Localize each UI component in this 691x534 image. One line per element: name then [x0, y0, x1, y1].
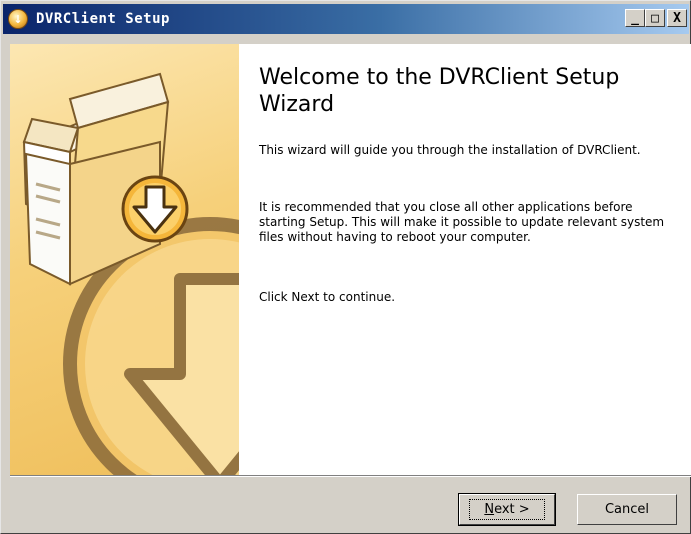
next-button-focus: Next > — [469, 499, 545, 520]
setup-window: ↓ DVRClient Setup _ □ X Welcome to the D… — [0, 0, 691, 534]
installer-app-icon: ↓ — [8, 9, 28, 29]
installer-box-illustration — [22, 72, 239, 475]
download-badge-icon — [121, 175, 189, 243]
recommendation-paragraph: It is recommended that you close all oth… — [259, 200, 665, 244]
cancel-button[interactable]: Cancel — [577, 494, 677, 525]
next-button[interactable]: Next > — [458, 493, 556, 526]
wizard-banner-image — [10, 44, 239, 475]
maximize-button[interactable]: □ — [645, 9, 665, 27]
minimize-button[interactable]: _ — [625, 9, 645, 27]
next-button-mnemonic: N — [484, 502, 495, 517]
intro-paragraph: This wizard will guide you through the i… — [259, 143, 641, 157]
next-button-label: ext > — [494, 502, 530, 517]
title-bar[interactable]: ↓ DVRClient Setup _ □ X — [3, 4, 689, 34]
window-title: DVRClient Setup — [36, 11, 170, 27]
window-controls: _ □ X — [625, 9, 687, 27]
page-title: Welcome to the DVRClient Setup Wizard — [259, 65, 620, 117]
cancel-button-label: Cancel — [604, 502, 650, 517]
close-button[interactable]: X — [667, 9, 687, 27]
footer-divider-highlight — [10, 476, 691, 477]
continue-instruction: Click Next to continue. — [259, 290, 396, 304]
welcome-panel: Welcome to the DVRClient Setup Wizard Th… — [239, 44, 691, 475]
